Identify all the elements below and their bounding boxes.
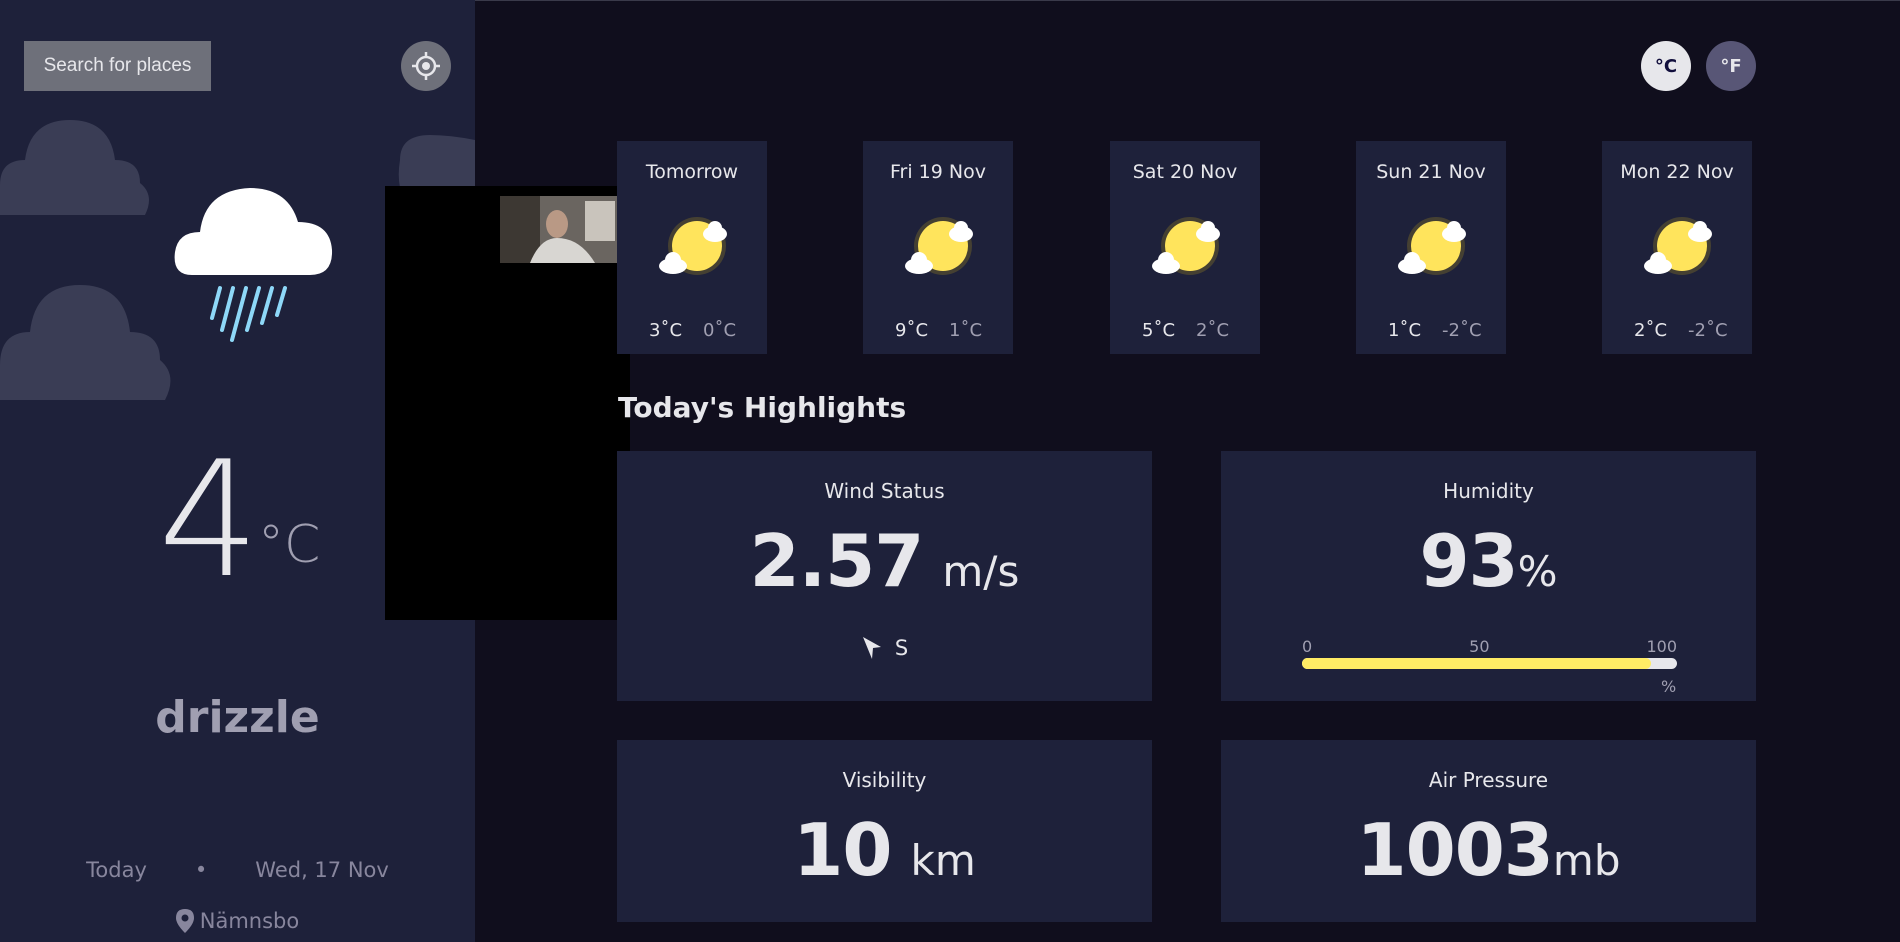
forecast-day: Mon 22 Nov <box>1620 161 1734 183</box>
background-cloud-icon <box>0 285 171 400</box>
pressure-unit: mb <box>1552 836 1621 885</box>
sun-cloud-icon <box>905 217 973 275</box>
current-location-button[interactable] <box>401 41 451 91</box>
location-name: Nämnsbo <box>199 909 300 933</box>
webcam-preview-image <box>500 196 621 263</box>
visibility-label: Visibility <box>842 768 927 792</box>
humidity-scale-unit: % <box>1661 677 1677 696</box>
forecast-day: Tomorrow <box>645 161 739 183</box>
humidity-unit: % <box>1517 547 1558 596</box>
weather-condition: drizzle <box>155 692 320 743</box>
forecast-card: Fri 19 Nov 9˚C 1˚C <box>863 141 1013 354</box>
forecast-day: Fri 19 Nov <box>890 161 986 183</box>
forecast-min-temp: 0˚C <box>703 320 737 341</box>
wind-status-label: Wind Status <box>824 479 945 503</box>
forecast-max-temp: 3˚C <box>649 320 683 341</box>
forecast-card: Mon 22 Nov 2˚C -2˚C <box>1602 141 1752 354</box>
humidity-label: Humidity <box>1443 479 1534 503</box>
date-row: Today • Wed, 17 Nov <box>0 858 475 882</box>
forecast-card: Sun 21 Nov 1˚C -2˚C <box>1356 141 1506 354</box>
forecast-card: Tomorrow 3˚C 0˚C <box>617 141 767 354</box>
sun-cloud-icon <box>1644 217 1712 275</box>
visibility-card: Visibility 10 km <box>617 740 1152 922</box>
wind-direction-label: S <box>894 636 909 660</box>
visibility-unit: km <box>910 836 976 885</box>
crosshair-icon <box>412 52 440 80</box>
navigation-arrow-icon <box>862 637 881 659</box>
fahrenheit-button[interactable]: °F <box>1706 41 1756 91</box>
today-label: Today <box>86 858 147 882</box>
date-separator: • <box>194 858 208 882</box>
scale-min-label: 0 <box>1302 637 1313 656</box>
humidity-progress-bar <box>1302 658 1677 669</box>
wind-status-card: Wind Status 2.57 m/s S <box>617 451 1152 701</box>
forecast-card: Sat 20 Nov 5˚C 2˚C <box>1110 141 1260 354</box>
search-places-button[interactable]: Search for places <box>24 41 211 91</box>
sun-cloud-icon <box>659 217 727 275</box>
scale-max-label: 100 <box>1646 637 1677 656</box>
sun-cloud-icon <box>1152 217 1220 275</box>
visibility-value: 10 <box>793 808 892 892</box>
forecast-day: Sat 20 Nov <box>1132 161 1238 183</box>
scale-mid-label: 50 <box>1469 637 1490 656</box>
air-pressure-label: Air Pressure <box>1428 768 1549 792</box>
pressure-value-row: 1003mb <box>1221 808 1756 892</box>
humidity-progress-fill <box>1302 658 1651 669</box>
current-temperature: 4 <box>158 426 260 613</box>
map-pin-icon <box>175 909 194 933</box>
forecast-max-temp: 1˚C <box>1388 320 1422 341</box>
wind-speed-value: 2.57 <box>749 519 925 603</box>
wind-speed-unit: m/s <box>942 547 1020 596</box>
background-cloud-icon <box>0 120 149 215</box>
location-row: Nämnsbo <box>0 909 475 933</box>
current-date: Wed, 17 Nov <box>255 858 389 882</box>
forecast-min-temp: -2˚C <box>1442 320 1482 341</box>
sun-cloud-icon <box>1398 217 1466 275</box>
forecast-min-temp: 1˚C <box>949 320 983 341</box>
humidity-card: Humidity 93% 0 50 100 % <box>1221 451 1756 701</box>
wind-direction: S <box>617 635 1152 661</box>
drizzle-cloud-icon <box>174 188 333 342</box>
visibility-value-row: 10 km <box>617 808 1152 892</box>
video-thumbnail[interactable] <box>500 196 621 263</box>
humidity-value-row: 93% <box>1221 519 1756 603</box>
pressure-value: 1003 <box>1356 808 1554 892</box>
forecast-min-temp: 2˚C <box>1196 320 1230 341</box>
forecast-max-temp: 5˚C <box>1142 320 1176 341</box>
forecast-max-temp: 9˚C <box>895 320 929 341</box>
celsius-button[interactable]: °C <box>1641 41 1691 91</box>
highlights-title: Today's Highlights <box>618 391 907 424</box>
humidity-scale-labels: 0 50 100 <box>1302 637 1677 656</box>
forecast-max-temp: 2˚C <box>1634 320 1668 341</box>
humidity-value: 93 <box>1419 519 1518 603</box>
forecast-min-temp: -2˚C <box>1688 320 1728 341</box>
temperature-unit: °C <box>258 515 321 575</box>
forecast-day: Sun 21 Nov <box>1376 161 1486 183</box>
air-pressure-card: Air Pressure 1003mb <box>1221 740 1756 922</box>
wind-value-row: 2.57 m/s <box>617 519 1152 603</box>
